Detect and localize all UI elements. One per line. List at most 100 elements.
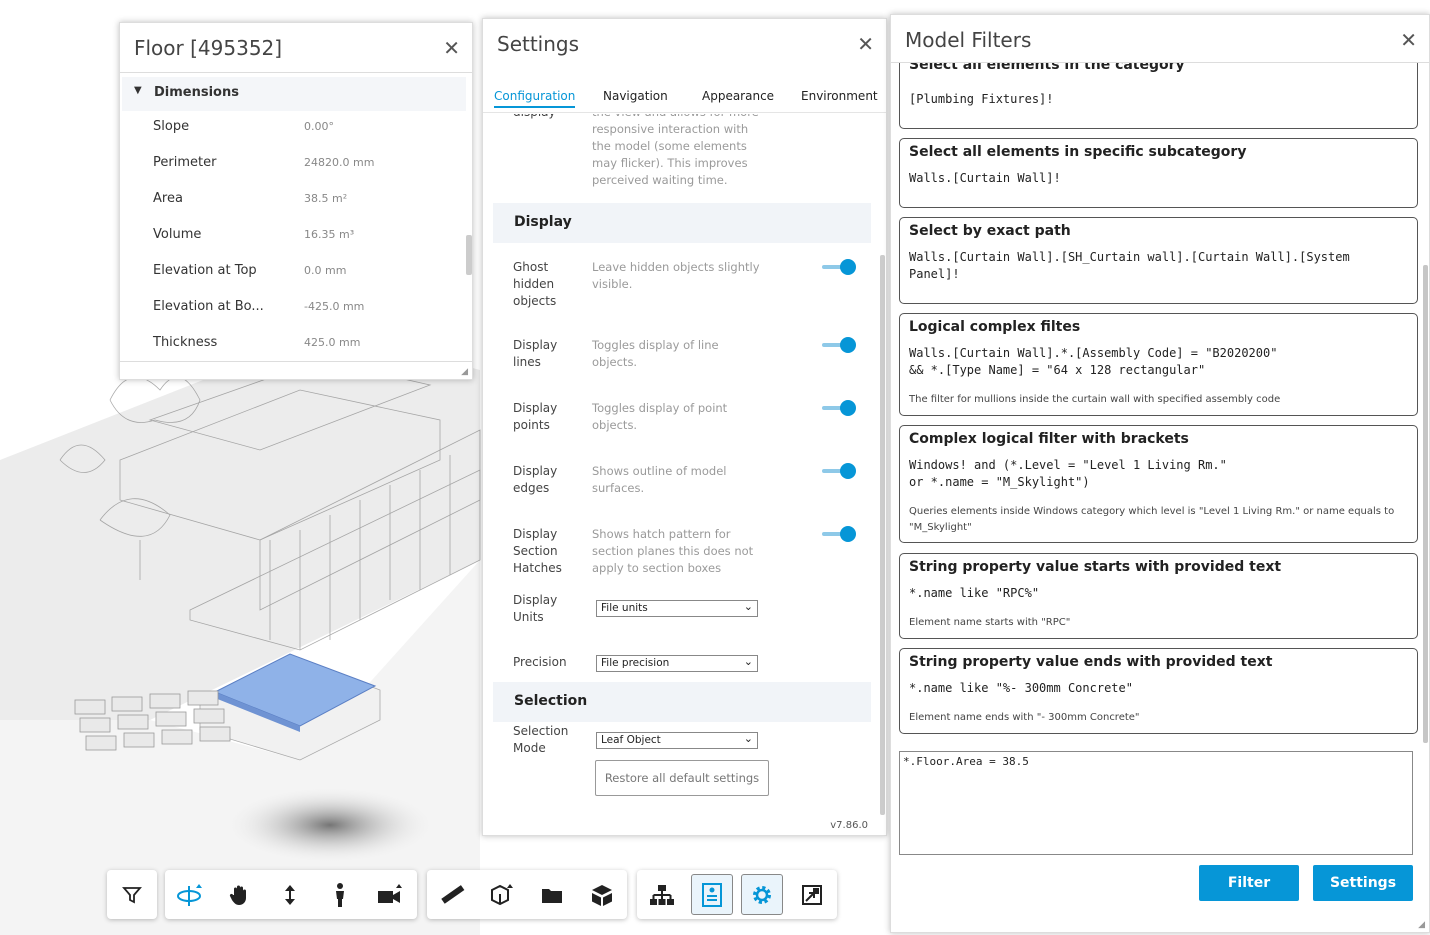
settings-icon[interactable] [741, 874, 783, 915]
filter-card[interactable]: String property value ends with provided… [899, 648, 1418, 734]
setting-label: Display lines [513, 338, 558, 369]
orbit-icon[interactable] [169, 874, 211, 915]
measure-icon[interactable] [431, 874, 473, 915]
model-browser-icon[interactable] [581, 874, 623, 915]
display-points-toggle[interactable] [822, 400, 856, 416]
settings-tabs: Configuration Navigation Appearance Envi… [483, 85, 886, 113]
properties-title: Floor [495352] [134, 36, 283, 60]
toggle-knob [840, 463, 856, 479]
filter-card[interactable]: Select by exact path Walls.[Curtain Wall… [899, 217, 1418, 304]
property-row: Thickness 425.0 mm [120, 326, 470, 362]
setting-label: Precision [513, 655, 567, 669]
section-icon[interactable] [481, 874, 523, 915]
setting-description: the view and allows for more responsive … [592, 114, 759, 187]
setting-label: Display edges [513, 464, 558, 495]
scrollbar[interactable] [880, 255, 885, 815]
settings-panel: Settings ✕ Configuration Navigation Appe… [482, 18, 887, 836]
close-icon[interactable]: ✕ [857, 34, 874, 54]
fullscreen-icon[interactable] [791, 874, 833, 915]
setting-row: Display edges Shows outline of model sur… [513, 463, 863, 503]
card-title: String property value ends with provided… [909, 654, 1273, 670]
card-note: Element name starts with "RPC" [909, 617, 1071, 628]
property-key: Volume [153, 227, 202, 242]
model-filters-panel: Model Filters ✕ Select all elements in t… [890, 14, 1430, 933]
filter-card[interactable]: String property value starts with provid… [899, 553, 1418, 639]
properties-panel: Floor [495352] ✕ ▼ Dimensions Slope 0.00°… [119, 22, 473, 380]
card-title: Complex logical filter with brackets [909, 431, 1189, 447]
filter-card[interactable]: Logical complex filtes Walls.[Curtain Wa… [899, 313, 1418, 416]
close-icon[interactable]: ✕ [443, 38, 460, 58]
select-value: File units [601, 602, 648, 614]
properties-header: Floor [495352] ✕ [120, 23, 472, 73]
card-title: String property value starts with provid… [909, 559, 1282, 575]
filters-title: Model Filters [905, 28, 1032, 52]
setting-label: Display Units [513, 593, 558, 624]
card-code: Walls.[Curtain Wall].*.[Assembly Code] =… [909, 346, 1278, 377]
property-value: 425.0 mm [304, 336, 361, 349]
property-key: Area [153, 191, 183, 206]
filter-card[interactable]: Select all elements in specific subcateg… [899, 138, 1418, 208]
property-key: Slope [153, 119, 190, 134]
close-icon[interactable]: ✕ [1400, 30, 1417, 50]
setting-row: Display points Toggles display of point … [513, 400, 863, 440]
display-edges-toggle[interactable] [822, 463, 856, 479]
scrollbar[interactable] [466, 235, 472, 275]
property-value: 0.00° [304, 120, 334, 133]
group-label: Display [514, 214, 572, 230]
dimensions-section[interactable]: ▼ Dimensions [122, 77, 466, 111]
precision-select[interactable]: File precision ⌄ [596, 655, 758, 672]
property-row: Elevation at Bo... -425.0 mm [120, 290, 470, 326]
select-value: Leaf Object [601, 734, 661, 746]
structure-icon[interactable] [641, 874, 683, 915]
tab-environment[interactable]: Environment [801, 89, 878, 103]
scrollbar[interactable] [1423, 265, 1428, 743]
display-lines-toggle[interactable] [822, 337, 856, 353]
tab-appearance[interactable]: Appearance [702, 89, 774, 103]
filter-examples-list: Select all elements in the category [Plu… [891, 63, 1429, 747]
tab-configuration[interactable]: Configuration [494, 89, 576, 108]
properties-icon[interactable] [691, 874, 733, 915]
filter-card[interactable]: Select all elements in the category [Plu… [899, 63, 1418, 129]
filter-icon[interactable] [111, 874, 153, 915]
zoom-icon[interactable] [269, 874, 311, 915]
first-person-icon[interactable] [319, 874, 361, 915]
setting-label: Display Section Hatches [513, 527, 562, 575]
selection-mode-select[interactable]: Leaf Object ⌄ [596, 732, 758, 749]
divider [120, 361, 472, 362]
property-key: Perimeter [153, 155, 217, 170]
setting-description: Leave hidden objects slightly visible. [592, 260, 760, 291]
resize-handle-icon[interactable]: ◢ [461, 367, 468, 377]
camera-icon[interactable] [369, 874, 411, 915]
tab-navigation[interactable]: Navigation [603, 89, 668, 103]
settings-content: display the view and allows for more res… [483, 114, 886, 827]
property-row: Area 38.5 m² [120, 182, 470, 218]
units-select[interactable]: File units ⌄ [596, 600, 758, 617]
property-row: Perimeter 24820.0 mm [120, 146, 470, 182]
filters-header: Model Filters ✕ [891, 15, 1429, 63]
resize-handle-icon[interactable]: ◢ [1418, 920, 1425, 930]
chevron-down-icon: ▼ [134, 85, 142, 96]
setting-row: display the view and allows for more res… [513, 114, 863, 194]
toggle-knob [840, 400, 856, 416]
property-row: Volume 16.35 m³ [120, 218, 470, 254]
property-value: 0.0 mm [304, 264, 347, 277]
display-group: Display [493, 203, 871, 243]
setting-description: Shows outline of model surfaces. [592, 464, 727, 495]
filter-button[interactable]: Filter [1199, 865, 1299, 901]
filter-query-input[interactable]: *.Floor.Area = 38.5 [899, 751, 1413, 855]
explode-icon[interactable] [531, 874, 573, 915]
setting-row: Display Units File units ⌄ [513, 592, 863, 632]
card-title: Select all elements in specific subcateg… [909, 144, 1247, 160]
property-key: Thickness [153, 335, 218, 350]
filter-card[interactable]: Complex logical filter with brackets Win… [899, 425, 1418, 543]
restore-defaults-button[interactable]: Restore all default settings [595, 760, 769, 796]
section-hatches-toggle[interactable] [822, 526, 856, 542]
settings-button[interactable]: Settings [1313, 865, 1413, 901]
ghost-hidden-toggle[interactable] [822, 259, 856, 275]
card-code: Walls.[Curtain Wall]! [909, 171, 1061, 185]
setting-description: Toggles display of point objects. [592, 401, 728, 432]
property-row: Elevation at Top 0.0 mm [120, 254, 470, 290]
pan-icon[interactable] [219, 874, 261, 915]
card-code: Windows! and (*.Level = "Level 1 Living … [909, 458, 1227, 489]
toolbar-filter-group [107, 870, 157, 919]
